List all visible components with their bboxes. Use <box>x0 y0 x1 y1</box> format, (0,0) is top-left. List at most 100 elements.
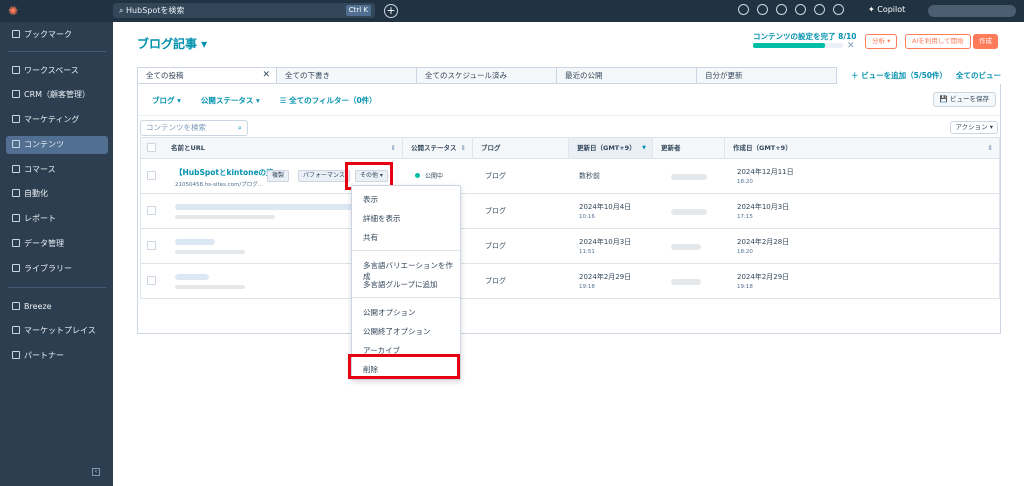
sidebar-item-label: マーケットプレイス <box>24 326 96 335</box>
actions-dropdown[interactable]: アクション ▾ <box>950 121 998 134</box>
tab-all-drafts[interactable]: 全ての下書き <box>277 67 417 84</box>
all-filters-button[interactable]: ☰ 全てのフィルター（0件） <box>280 95 377 106</box>
column-header-blog[interactable]: ブログ <box>473 138 569 158</box>
post-title-redacted[interactable] <box>175 274 209 280</box>
updated-date-text: 2024年10月4日 <box>579 203 632 211</box>
sidebar-item-library[interactable]: ライブラリー <box>6 260 108 278</box>
setup-progress-text[interactable]: コンテンツの設定を完了 8/10 <box>753 31 857 42</box>
notification-bell-icon[interactable] <box>833 4 844 15</box>
sidebar-item-label: ブックマーク <box>24 30 72 39</box>
top-icons <box>738 4 844 15</box>
menu-item-view-details[interactable]: 詳細を表示 <box>363 213 401 224</box>
help-icon[interactable] <box>795 4 806 15</box>
column-header-updated-by[interactable]: 更新者 <box>653 138 725 158</box>
menu-divider <box>352 297 460 298</box>
menu-item-share[interactable]: 共有 <box>363 232 378 243</box>
tab-recently-published[interactable]: 最近の公開 <box>557 67 697 84</box>
blog-filter[interactable]: ブログ ▾ <box>152 95 181 106</box>
marketplace-icon[interactable] <box>776 4 787 15</box>
calling-icon[interactable] <box>757 4 768 15</box>
sidebar-item-marketing[interactable]: マーケティング <box>6 111 108 129</box>
content-icon <box>12 140 20 148</box>
column-header-created[interactable]: 作成日（GMT+9） ⇕ <box>725 138 999 158</box>
column-header-name[interactable]: 名前とURL ⇕ <box>163 138 403 158</box>
marketplace-icon <box>12 326 20 334</box>
updated-by-redacted <box>671 174 707 180</box>
save-view-button[interactable]: 💾 ビューを保存 <box>932 92 996 107</box>
column-header-status[interactable]: 公開ステータス ⇕ <box>403 138 473 158</box>
create-button[interactable]: 作成 <box>973 34 998 49</box>
post-url-redacted <box>175 285 245 289</box>
report-icon <box>12 214 20 222</box>
tab-label: 自分が更新 <box>705 71 743 80</box>
table-row[interactable]: ブログ 2024年10月4日 10:16 2024年10月3日 17:15 <box>140 194 1000 229</box>
row-checkbox[interactable] <box>147 241 156 250</box>
account-menu[interactable] <box>928 5 1016 17</box>
tab-label: 全てのスケジュール済み <box>425 71 507 80</box>
close-tab-icon[interactable]: ✕ <box>262 68 270 83</box>
tab-all-posts[interactable]: 全ての投稿 ✕ <box>137 67 277 84</box>
post-title-redacted[interactable] <box>175 204 371 210</box>
tab-updated-by-me[interactable]: 自分が更新 <box>697 67 837 84</box>
performance-button[interactable]: パフォーマンス <box>298 170 350 182</box>
analyze-button[interactable]: 分析 ▾ <box>865 34 898 49</box>
sidebar-item-bookmark[interactable]: ブックマーク <box>6 26 108 44</box>
table-row[interactable]: 【HubSpotとkintoneの連... 21050458.hs-sites.c… <box>140 159 1000 194</box>
copilot-button[interactable]: ✦ Copilot <box>868 5 905 14</box>
menu-item-publish-options[interactable]: 公開オプション <box>363 307 416 318</box>
created-time: 18:20 <box>737 249 753 255</box>
post-url-redacted <box>175 250 245 254</box>
search-placeholder: コンテンツを検索 <box>146 123 206 132</box>
table-header: 名前とURL ⇕ 公開ステータス ⇕ ブログ 更新日（GMT+9） ▼ 更新者 作成日… <box>140 137 1000 159</box>
column-header-updated[interactable]: 更新日（GMT+9） ▼ <box>569 138 653 158</box>
sidebar-item-label: コンテンツ <box>24 140 64 149</box>
sidebar-item-marketplace[interactable]: マーケットプレイス <box>6 322 108 340</box>
quick-create-icon[interactable]: + <box>384 4 398 18</box>
sidebar-item-content[interactable]: コンテンツ <box>6 136 108 154</box>
add-view-link[interactable]: ＋ ビューを追加（5/50件） <box>851 70 947 81</box>
marketing-icon <box>12 115 20 123</box>
table-row[interactable]: ブログ 2024年2月29日 19:18 2024年2月29日 19:18 <box>140 264 1000 299</box>
post-title-redacted[interactable] <box>175 239 215 245</box>
hubspot-logo-icon[interactable]: ✺ <box>8 4 22 18</box>
sidebar-item-automation[interactable]: 自動化 <box>6 185 108 203</box>
sidebar-item-data[interactable]: データ管理 <box>6 235 108 253</box>
column-label: 公開ステータス <box>411 144 457 152</box>
select-all-checkbox[interactable] <box>147 143 156 152</box>
sidebar-item-label: マーケティング <box>24 115 80 124</box>
sidebar-item-workspace[interactable]: ワークスペース <box>6 62 108 80</box>
menu-item-add-to-language-group[interactable]: 多言語グループに追加 <box>363 279 438 290</box>
sidebar-item-partner[interactable]: パートナー <box>6 347 108 365</box>
sort-icon: ⇕ <box>390 144 396 152</box>
sort-down-icon: ▼ <box>642 145 646 151</box>
breeze-icon <box>12 302 20 310</box>
sidebar-item-breeze[interactable]: Breeze <box>6 298 108 316</box>
menu-item-unpublish-options[interactable]: 公開終了オプション <box>363 326 431 337</box>
sidebar-item-label: データ管理 <box>24 239 64 248</box>
search-icon: ⌕ <box>119 6 127 15</box>
row-checkbox[interactable] <box>147 276 156 285</box>
created-date: 2024年2月28日 18:20 <box>737 237 789 255</box>
settings-gear-icon[interactable] <box>814 4 825 15</box>
row-checkbox[interactable] <box>147 206 156 215</box>
table-row[interactable]: ブログ 2024年10月3日 11:51 2024年2月28日 18:20 <box>140 229 1000 264</box>
sidebar-item-crm[interactable]: CRM（顧客管理） <box>6 86 108 104</box>
upgrade-icon[interactable] <box>738 4 749 15</box>
menu-divider <box>352 250 460 251</box>
ai-start-button[interactable]: AIを利用して開始 <box>905 34 971 49</box>
copy-button[interactable]: 複製 <box>267 170 290 182</box>
collapse-sidebar-icon[interactable]: ‹ <box>92 468 100 476</box>
sidebar-item-commerce[interactable]: コマース <box>6 161 108 179</box>
all-views-link[interactable]: 全てのビュー <box>956 70 1001 81</box>
sidebar-item-report[interactable]: レポート <box>6 210 108 228</box>
menu-item-view[interactable]: 表示 <box>363 194 378 205</box>
publish-status-filter[interactable]: 公開ステータス ▾ <box>201 95 260 106</box>
column-label: ブログ <box>481 144 501 152</box>
workspace-icon <box>12 66 20 74</box>
close-icon[interactable]: ✕ <box>847 41 855 51</box>
page-title[interactable]: ブログ記事 ▾ <box>137 35 207 52</box>
tab-all-scheduled[interactable]: 全てのスケジュール済み <box>417 67 557 84</box>
content-search-input[interactable]: コンテンツを検索 ⌕ <box>140 120 248 136</box>
row-checkbox[interactable] <box>147 171 156 180</box>
global-search-input[interactable]: ⌕ HubSpotを検索 Ctrl K <box>113 3 375 18</box>
